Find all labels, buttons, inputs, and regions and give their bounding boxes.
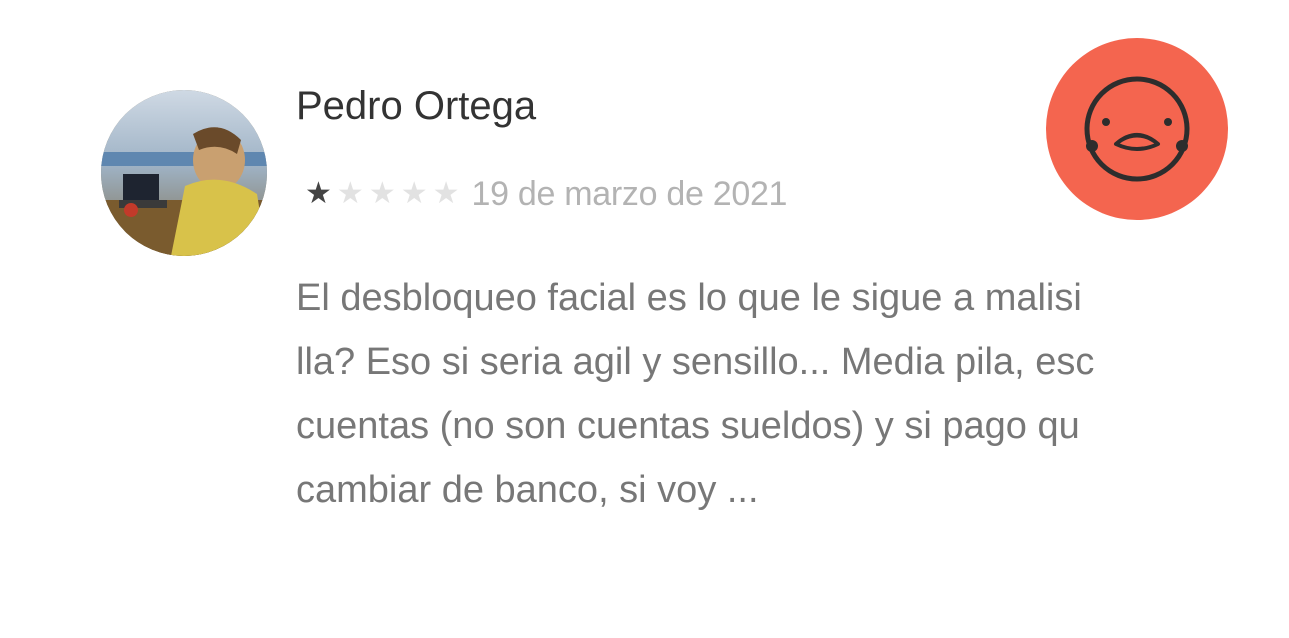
negative-sentiment-badge xyxy=(1046,38,1228,220)
star-icon: ★ xyxy=(400,177,428,210)
star-icon: ★ xyxy=(432,177,460,210)
avatar xyxy=(101,90,267,256)
star-icon: ★ xyxy=(336,177,364,210)
review-meta: ★ ★ ★ ★ ★ 19 de marzo de 2021 xyxy=(305,172,787,216)
review-text-line: cuentas (no son cuentas sueldos) y si pa… xyxy=(296,405,1080,447)
review-text-line: lla? Eso si seria agil y sensillo... Med… xyxy=(296,341,1095,383)
star-rating: ★ ★ ★ ★ ★ xyxy=(305,179,460,209)
review-text-line: cambiar de banco, si voy ... xyxy=(296,469,759,511)
review-card: Pedro Ortega ★ ★ ★ ★ ★ 19 de marzo de 20… xyxy=(0,0,1289,638)
star-icon: ★ xyxy=(305,177,332,210)
review-text: El desbloqueo facial es lo que le sigue … xyxy=(296,266,1264,522)
sad-face-icon xyxy=(1084,76,1190,182)
review-author-name: Pedro Ortega xyxy=(296,84,537,128)
avatar-photo xyxy=(101,90,267,256)
star-icon: ★ xyxy=(368,177,396,210)
review-text-line: El desbloqueo facial es lo que le sigue … xyxy=(296,277,1082,319)
review-date: 19 de marzo de 2021 xyxy=(471,174,788,213)
